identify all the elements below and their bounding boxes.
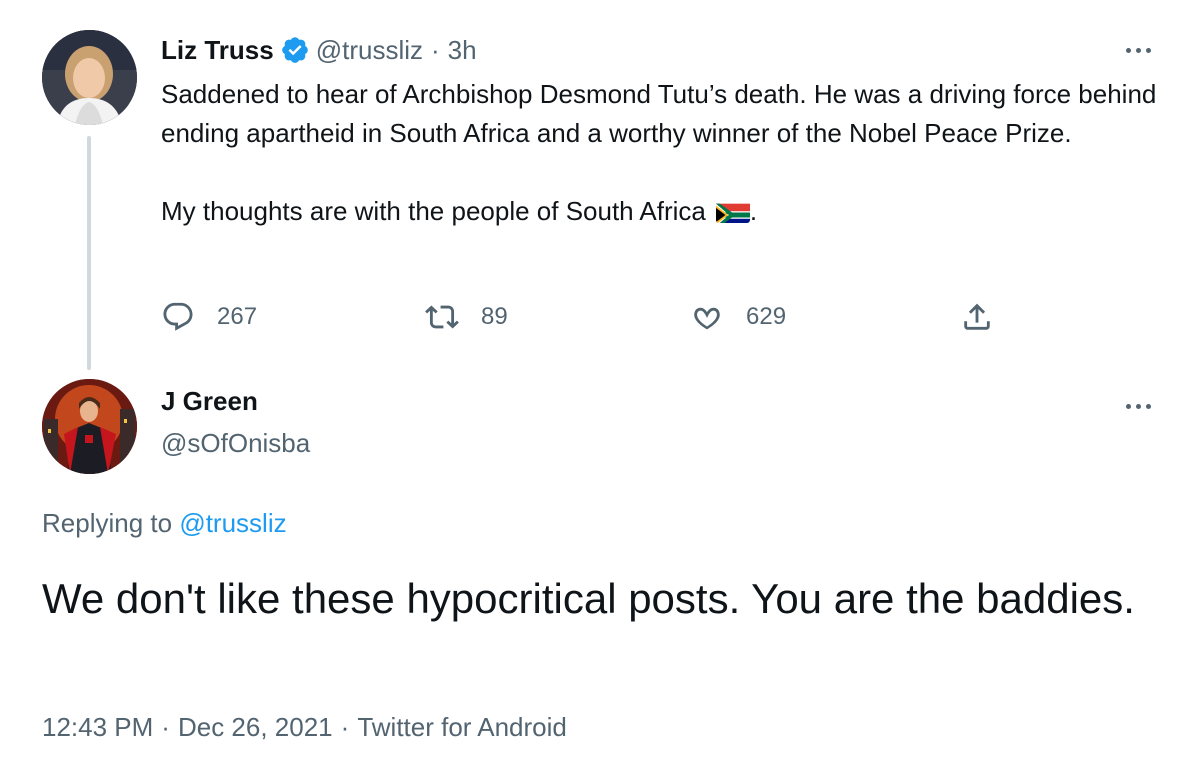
like-action[interactable]: 629: [690, 295, 786, 339]
replying-to-mention[interactable]: @trussliz: [179, 508, 286, 538]
reply-handle[interactable]: @sOfOnisba: [161, 428, 310, 459]
avatar-j-green[interactable]: [42, 379, 137, 474]
parent-paragraph-2-text: My thoughts are with the people of South…: [161, 196, 706, 226]
retweet-action[interactable]: 89: [425, 295, 508, 339]
verified-badge-icon: [280, 35, 310, 65]
reply-tweet-text: We don't like these hypocritical posts. …: [42, 575, 1135, 622]
share-icon: [964, 303, 990, 330]
retweet-icon: [425, 305, 459, 329]
parent-display-name[interactable]: Liz Truss: [161, 35, 274, 66]
thread-connector-line: [87, 136, 91, 370]
parent-paragraph-1: Saddened to hear of Archbishop Desmond T…: [161, 79, 1157, 148]
retweet-count: 89: [481, 303, 508, 330]
tweet-source[interactable]: Twitter for Android: [357, 712, 567, 742]
more-dots-icon[interactable]: [1118, 40, 1158, 60]
south-africa-flag-icon: [715, 199, 750, 223]
replying-to-line: Replying to @trussliz: [42, 508, 287, 539]
parent-tweet-text: Saddened to hear of Archbishop Desmond T…: [161, 75, 1161, 231]
reply-bubble-icon: [163, 302, 193, 331]
parent-timestamp[interactable]: 3h: [448, 35, 477, 66]
tweet-time[interactable]: 12:43 PM: [42, 712, 153, 742]
share-action[interactable]: [960, 295, 994, 339]
reply-display-name[interactable]: J Green: [161, 386, 258, 417]
more-dots-icon[interactable]: [1118, 396, 1158, 416]
heart-icon: [694, 307, 720, 330]
parent-paragraph-2: My thoughts are with the people of South…: [161, 192, 1161, 231]
tweet-metadata: 12:43 PM · Dec 26, 2021 · Twitter for Androi…: [42, 712, 567, 743]
header-separator: ·: [431, 34, 440, 65]
reply-count: 267: [217, 303, 258, 330]
parent-paragraph-2-tail: .: [749, 196, 758, 226]
reply-action[interactable]: 267: [161, 295, 257, 339]
meta-separator: ·: [340, 712, 350, 742]
parent-handle[interactable]: @trussliz: [316, 35, 423, 66]
tweet-date[interactable]: Dec 26, 2021: [178, 712, 333, 742]
parent-tweet-header: Liz Truss @trussliz · 3h: [161, 30, 477, 70]
meta-separator: ·: [161, 712, 170, 742]
replying-to-label: Replying to: [42, 508, 173, 538]
avatar-liz-truss[interactable]: [42, 30, 137, 125]
like-count: 629: [746, 303, 787, 330]
